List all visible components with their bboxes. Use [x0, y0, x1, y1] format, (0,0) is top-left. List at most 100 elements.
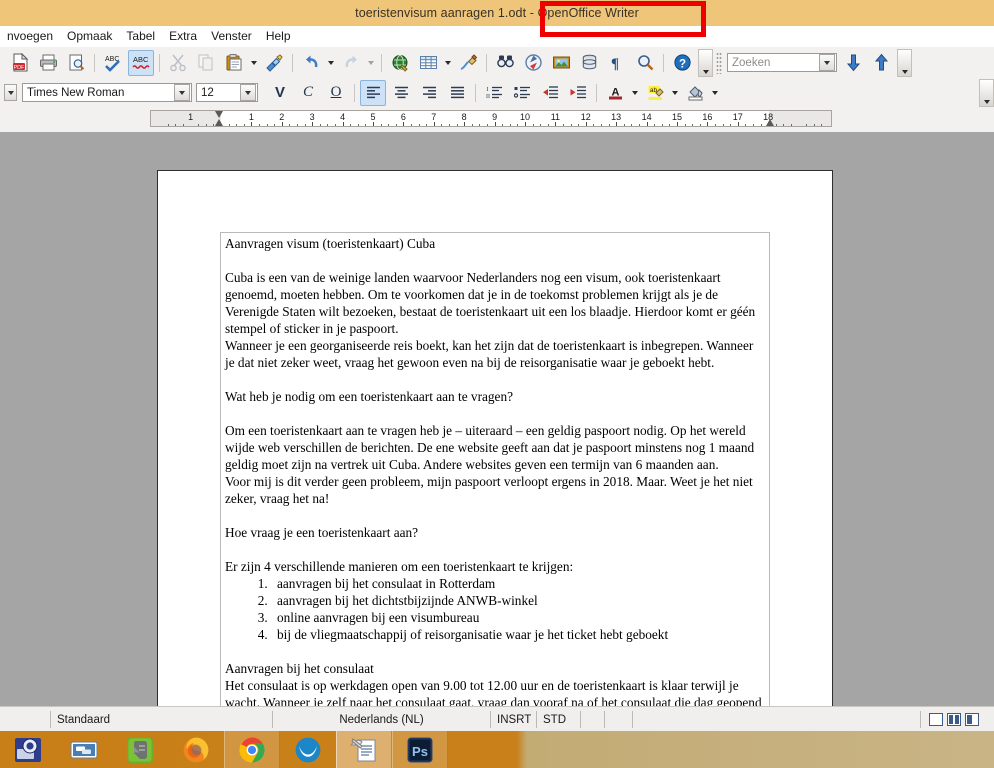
taskbar-messenger[interactable] — [56, 731, 112, 768]
font-name-dropdown-button[interactable] — [174, 84, 190, 101]
multi-page-view-icon[interactable] — [947, 713, 961, 726]
ruler-subtick — [266, 124, 268, 126]
unordered-list-icon[interactable] — [509, 80, 535, 106]
menu-item-invoegen[interactable]: nvoegen — [0, 27, 60, 46]
ruler-subtick — [783, 124, 785, 126]
font-name-input[interactable]: Times New Roman — [22, 83, 192, 102]
export-pdf-icon[interactable]: PDF — [7, 50, 33, 76]
search-input[interactable]: Zoeken — [727, 53, 837, 72]
horizontal-ruler[interactable]: 1 1 2 3 4 5 6 7 8 9 10 11 12 13 14 15 16 17 18 — [150, 110, 832, 127]
taskbar-writer[interactable] — [336, 731, 392, 768]
align-right-icon[interactable] — [416, 80, 442, 106]
table-icon[interactable] — [415, 50, 441, 76]
status-language[interactable]: Nederlands (NL) — [272, 711, 490, 728]
align-left-icon[interactable] — [360, 79, 386, 106]
status-selection-mode[interactable]: STD — [536, 711, 580, 728]
table-dropdown-arrow[interactable] — [442, 52, 453, 74]
ordered-list-icon[interactable]: I II — [481, 80, 507, 106]
standard-toolbar-overflow-button[interactable] — [698, 48, 713, 77]
windows-taskbar[interactable]: Ps — [0, 731, 994, 768]
find-next-icon[interactable] — [840, 50, 866, 76]
document-workspace[interactable]: Aanvragen visum (toeristenkaart) Cuba Cu… — [0, 132, 994, 706]
paste-icon[interactable] — [221, 50, 247, 76]
status-insert-mode[interactable]: INSRT — [490, 711, 536, 728]
navigator-icon[interactable] — [520, 50, 546, 76]
search-dropdown-button[interactable] — [819, 54, 835, 71]
ruler-tick — [616, 122, 618, 126]
autospellcheck-icon[interactable]: ABC — [128, 49, 154, 76]
menu-item-help[interactable]: Help — [259, 27, 298, 46]
svg-text:ABC: ABC — [133, 55, 149, 64]
zoom-icon[interactable] — [632, 50, 658, 76]
window-title: toeristenvisum aanragen 1.odt - OpenOffi… — [355, 6, 639, 20]
menu-item-extra[interactable]: Extra — [162, 27, 204, 46]
print-preview-icon[interactable] — [63, 50, 89, 76]
toolbar-grip[interactable] — [716, 51, 722, 74]
align-justify-icon[interactable] — [444, 80, 470, 106]
ruler-tick — [555, 122, 557, 126]
search-toolbar-overflow-button[interactable] — [897, 48, 912, 77]
menu-bar[interactable]: nvoegen Opmaak Tabel Extra Venster Help — [0, 26, 994, 47]
formatting-toolbar-overflow-button[interactable] — [979, 78, 994, 107]
book-view-icon[interactable] — [965, 713, 979, 726]
font-color-dropdown-arrow[interactable] — [629, 82, 640, 104]
formatting-marks-icon[interactable]: ¶ — [604, 50, 630, 76]
print-icon[interactable] — [35, 50, 61, 76]
status-view-layout[interactable] — [920, 711, 994, 728]
ruler-subtick — [236, 124, 238, 126]
undo-icon[interactable] — [298, 50, 324, 76]
paragraph-style-dropdown-button[interactable] — [4, 84, 17, 101]
font-size-input[interactable]: 12 — [196, 83, 258, 102]
svg-text:¶: ¶ — [611, 56, 619, 72]
italic-button[interactable]: C — [295, 80, 321, 106]
status-modified-indicator[interactable] — [580, 711, 604, 728]
clone-formatting-icon[interactable] — [261, 50, 287, 76]
document-text-frame[interactable]: Aanvragen visum (toeristenkaart) Cuba Cu… — [220, 232, 770, 706]
draw-functions-icon[interactable] — [455, 50, 481, 76]
paste-dropdown-arrow[interactable] — [248, 52, 259, 74]
taskbar-openoffice[interactable] — [280, 731, 336, 768]
redo-icon — [338, 50, 364, 76]
data-sources-icon[interactable] — [576, 50, 602, 76]
taskbar-evernote[interactable] — [112, 731, 168, 768]
status-page-number[interactable] — [0, 711, 50, 728]
find-replace-icon[interactable] — [492, 50, 518, 76]
font-name-value: Times New Roman — [27, 86, 125, 99]
ruler-subtick — [639, 124, 640, 126]
decrease-indent-icon[interactable] — [537, 80, 563, 106]
bold-button[interactable]: V — [267, 80, 293, 106]
align-center-icon[interactable] — [388, 80, 414, 106]
ruler-subtick — [661, 124, 663, 126]
font-size-dropdown-button[interactable] — [240, 84, 256, 101]
taskbar-chrome[interactable] — [224, 731, 280, 768]
single-page-view-icon[interactable] — [929, 713, 943, 726]
font-color-icon[interactable]: A — [602, 80, 628, 106]
status-page-style[interactable]: Standaard — [50, 711, 272, 728]
taskbar-firefox[interactable] — [168, 731, 224, 768]
taskbar-photoshop[interactable]: Ps — [392, 731, 448, 768]
menu-item-opmaak[interactable]: Opmaak — [60, 27, 119, 46]
undo-dropdown-arrow[interactable] — [325, 52, 336, 74]
status-digital-signature[interactable] — [604, 711, 632, 728]
background-color-icon[interactable] — [682, 80, 708, 106]
document-page[interactable]: Aanvragen visum (toeristenkaart) Cuba Cu… — [157, 170, 833, 706]
highlighting-icon[interactable]: ab — [642, 80, 668, 106]
background-color-dropdown-arrow[interactable] — [709, 82, 720, 104]
gallery-icon[interactable] — [548, 50, 574, 76]
help-icon[interactable]: ? — [669, 50, 695, 76]
hyperlink-icon[interactable] — [387, 50, 413, 76]
taskbar-screen-capture[interactable] — [0, 731, 56, 768]
ruler-subtick — [517, 124, 519, 126]
increase-indent-icon[interactable] — [565, 80, 591, 106]
ruler-subtick — [228, 124, 230, 126]
underline-button[interactable]: O — [323, 80, 349, 106]
ruler-subtick — [730, 124, 732, 126]
spelling-icon[interactable]: ABC — [100, 50, 126, 76]
find-previous-icon[interactable] — [868, 50, 894, 76]
paragraph-style-dropdown[interactable] — [4, 83, 18, 102]
ruler-subtick — [274, 124, 276, 126]
menu-item-venster[interactable]: Venster — [204, 27, 259, 46]
highlighting-dropdown-arrow[interactable] — [669, 82, 680, 104]
menu-item-tabel[interactable]: Tabel — [119, 27, 162, 46]
